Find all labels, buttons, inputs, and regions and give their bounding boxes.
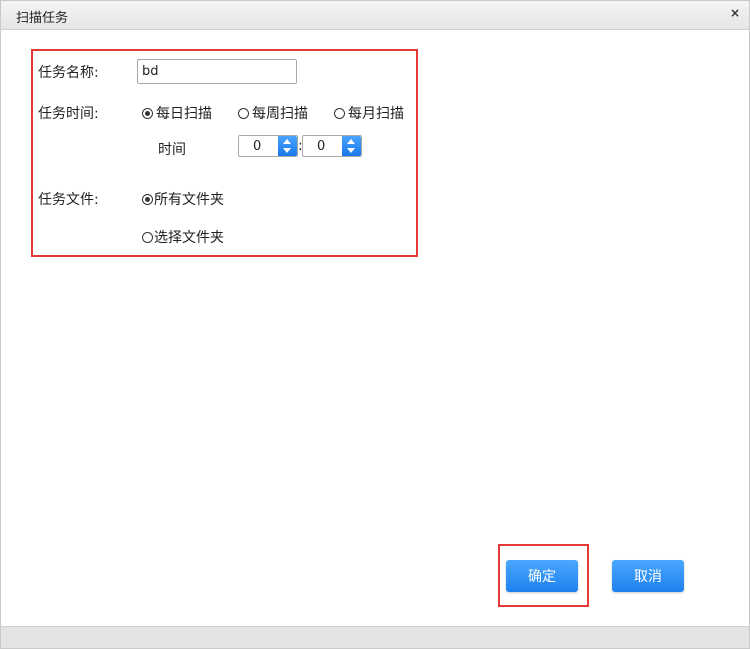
minute-spinner[interactable]: 0 bbox=[302, 135, 362, 157]
radio-monthly-label: 每月扫描 bbox=[348, 106, 404, 122]
scan-task-dialog: 扫描任务 × 任务名称: 任务时间: 每日扫描 每周扫描 每月扫描 时间 0 :… bbox=[0, 0, 750, 649]
dialog-titlebar: 扫描任务 × bbox=[1, 1, 749, 30]
radio-checked-icon bbox=[142, 193, 153, 205]
increment-arrow-icon[interactable] bbox=[283, 139, 291, 144]
radio-weekly-label: 每周扫描 bbox=[252, 106, 308, 122]
increment-arrow-icon[interactable] bbox=[347, 139, 355, 144]
radio-monthly-scan[interactable]: 每月扫描 bbox=[334, 103, 404, 123]
time-label: 时间 bbox=[158, 142, 186, 158]
task-name-label: 任务名称: bbox=[38, 65, 99, 81]
radio-all-folders[interactable]: 所有文件夹 bbox=[142, 189, 224, 209]
close-icon[interactable]: × bbox=[729, 6, 741, 20]
minute-value: 0 bbox=[317, 139, 326, 154]
radio-unchecked-icon bbox=[334, 107, 345, 119]
task-time-label: 任务时间: bbox=[38, 106, 99, 122]
radio-weekly-scan[interactable]: 每周扫描 bbox=[238, 103, 308, 123]
hour-spinner[interactable]: 0 bbox=[238, 135, 298, 157]
radio-unchecked-icon bbox=[142, 231, 153, 243]
radio-daily-scan[interactable]: 每日扫描 bbox=[142, 103, 212, 123]
cancel-button[interactable]: 取消 bbox=[612, 560, 684, 592]
task-file-label: 任务文件: bbox=[38, 192, 99, 208]
radio-select-folders-label: 选择文件夹 bbox=[154, 230, 224, 246]
ok-button[interactable]: 确定 bbox=[506, 560, 578, 592]
hour-value: 0 bbox=[253, 139, 262, 154]
decrement-arrow-icon[interactable] bbox=[347, 148, 355, 153]
radio-all-folders-label: 所有文件夹 bbox=[154, 192, 224, 208]
dialog-title: 扫描任务 bbox=[16, 11, 69, 26]
radio-unchecked-icon bbox=[238, 107, 249, 119]
decrement-arrow-icon[interactable] bbox=[283, 148, 291, 153]
radio-select-folders[interactable]: 选择文件夹 bbox=[142, 227, 224, 247]
radio-daily-label: 每日扫描 bbox=[156, 106, 212, 122]
hour-stepper-buttons[interactable] bbox=[278, 136, 297, 156]
minute-stepper-buttons[interactable] bbox=[342, 136, 361, 156]
dialog-footer bbox=[1, 626, 749, 648]
radio-checked-icon bbox=[142, 107, 153, 119]
task-name-input[interactable] bbox=[137, 59, 297, 84]
